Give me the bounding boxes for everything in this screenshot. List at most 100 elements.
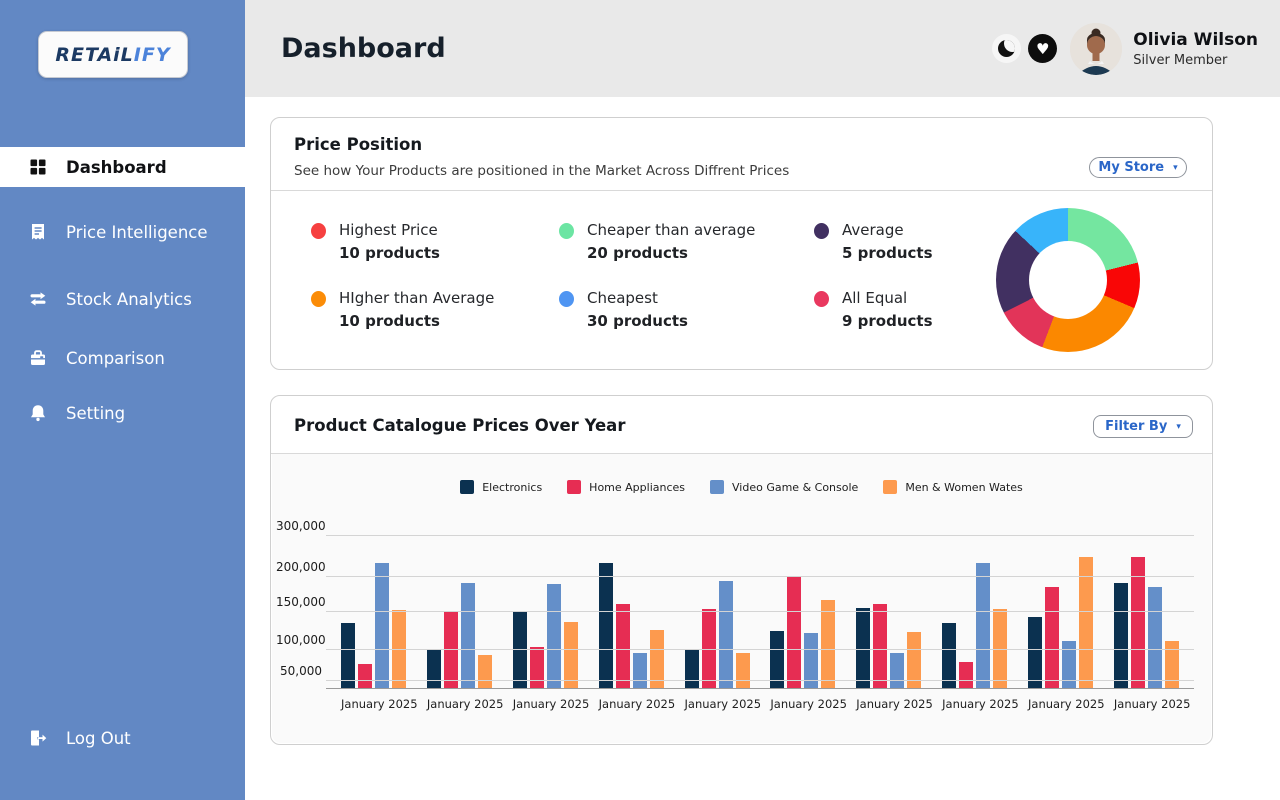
sidebar-item-setting[interactable]: Setting (0, 393, 245, 433)
gridline (326, 576, 1194, 577)
series-name: Men & Women Wates (905, 481, 1022, 494)
price-position-card: Price Position See how Your Products are… (270, 117, 1213, 370)
donut-hole (1029, 241, 1107, 319)
legend-value: 20 products (587, 244, 755, 262)
legend-value: 9 products (842, 312, 933, 330)
sidebar-item-price-intelligence[interactable]: Price Intelligence (0, 212, 245, 252)
bar-chart-legend: Electronics Home Appliances Video Game & C… (272, 480, 1211, 494)
legend-dot (311, 291, 326, 307)
legend-item: HIgher than Average10 products (311, 289, 559, 330)
series-legend-item: Electronics (460, 480, 542, 494)
page-title: Dashboard (281, 33, 446, 64)
sidebar-item-label: Price Intelligence (66, 223, 208, 242)
bar-video-game-console (976, 563, 990, 688)
bar-home-appliances (1045, 587, 1059, 688)
sidebar-item-label: Setting (66, 404, 125, 423)
sidebar-item-dashboard[interactable]: Dashboard (0, 147, 245, 187)
bar-electronics (1114, 583, 1128, 688)
briefcase-icon (27, 348, 49, 368)
price-position-legend: Highest Price10 productsCheaper than ave… (311, 221, 1044, 330)
bar-group (1028, 525, 1093, 688)
legend-item: Highest Price10 products (311, 221, 559, 262)
bar-group (685, 525, 750, 688)
bar-electronics (513, 612, 527, 688)
user-name: Olivia Wilson (1133, 30, 1258, 50)
bar-chart-plot: 50,000100,000150,000200,000300,000 (326, 525, 1194, 688)
filter-by-dropdown[interactable]: Filter By ▾ (1093, 415, 1193, 438)
bar-video-game-console (890, 653, 904, 689)
bar-group (599, 525, 664, 688)
x-axis-tick-label: January 2025 (1028, 697, 1093, 711)
bar-group (942, 525, 1007, 688)
x-axis-tick-label: January 2025 (942, 697, 1007, 711)
legend-label: All Equal (842, 289, 933, 307)
legend-item: Cheapest 30 products (559, 289, 814, 330)
x-axis-tick-label: January 2025 (341, 697, 406, 711)
bar-group (513, 525, 578, 688)
series-legend-item: Men & Women Wates (883, 480, 1022, 494)
y-axis-tick-label: 300,000 (276, 519, 322, 533)
series-name: Electronics (482, 481, 542, 494)
bar-electronics (427, 650, 441, 688)
bar-home-appliances (873, 604, 887, 688)
bar-group (1114, 525, 1179, 688)
my-store-dropdown[interactable]: My Store ▾ (1089, 157, 1187, 178)
user-info: Olivia Wilson Silver Member (1133, 30, 1258, 68)
bar-video-game-console (633, 653, 647, 689)
legend-label: Cheaper than average (587, 221, 755, 239)
bar-electronics (685, 649, 699, 689)
legend-label: Highest Price (339, 221, 440, 239)
sidebar-item-comparison[interactable]: Comparison (0, 338, 245, 378)
legend-texts: HIgher than Average10 products (339, 289, 494, 330)
sidebar-item-label: Comparison (66, 349, 165, 368)
bar-home-appliances (616, 604, 630, 688)
legend-value: 5 products (842, 244, 933, 262)
bar-men-women-wates (564, 622, 578, 688)
heart-icon: ♥ (1036, 40, 1049, 58)
legend-value: 30 products (587, 312, 688, 330)
bar-electronics (599, 563, 613, 688)
price-position-title: Price Position (294, 135, 1188, 154)
sidebar-item-stock-analytics[interactable]: Stock Analytics (0, 279, 245, 319)
dark-mode-toggle[interactable] (992, 34, 1021, 63)
receipt-icon (27, 222, 49, 242)
gridline (326, 611, 1194, 612)
donut-chart (996, 208, 1140, 352)
series-name: Video Game & Console (732, 481, 858, 494)
moon-icon (998, 40, 1015, 57)
logout-icon (27, 728, 49, 748)
favorites-button[interactable]: ♥ (1028, 34, 1057, 63)
bar-group (427, 525, 492, 688)
series-legend-item: Home Appliances (567, 480, 685, 494)
card-divider (271, 190, 1212, 191)
legend-label: Cheapest (587, 289, 688, 307)
price-position-subtitle: See how Your Products are positioned in … (294, 163, 1188, 179)
sidebar-item-label: Stock Analytics (66, 290, 192, 309)
retailify-logo: RETAiLIFY (38, 31, 188, 78)
series-legend-item: Video Game & Console (710, 480, 858, 494)
user-avatar[interactable] (1070, 23, 1122, 75)
bar-men-women-wates (736, 653, 750, 688)
my-store-label: My Store (1098, 160, 1164, 175)
legend-swatch (883, 480, 897, 494)
legend-swatch (460, 480, 474, 494)
bar-men-women-wates (821, 600, 835, 688)
logo-text: RETAiLIFY (55, 44, 170, 66)
logo-part1: RETAiL (55, 44, 133, 66)
x-axis-tick-label: January 2025 (856, 697, 921, 711)
logout-button[interactable]: Log Out (0, 718, 245, 758)
bar-electronics (856, 608, 870, 688)
bar-video-game-console (461, 583, 475, 688)
bar-groups (326, 525, 1194, 688)
legend-item: Cheaper than average 20 products (559, 221, 814, 262)
catalogue-prices-card: Product Catalogue Prices Over Year Filte… (270, 395, 1213, 745)
dashboard-grid-icon (27, 157, 49, 177)
bar-men-women-wates (478, 655, 492, 688)
x-axis-tick-label: January 2025 (599, 697, 664, 711)
gridline (326, 649, 1194, 650)
x-axis-tick-label: January 2025 (427, 697, 492, 711)
x-axis-line (326, 688, 1194, 689)
legend-texts: Cheapest 30 products (587, 289, 688, 330)
transfer-arrows-icon (27, 289, 49, 309)
legend-dot (311, 223, 326, 239)
